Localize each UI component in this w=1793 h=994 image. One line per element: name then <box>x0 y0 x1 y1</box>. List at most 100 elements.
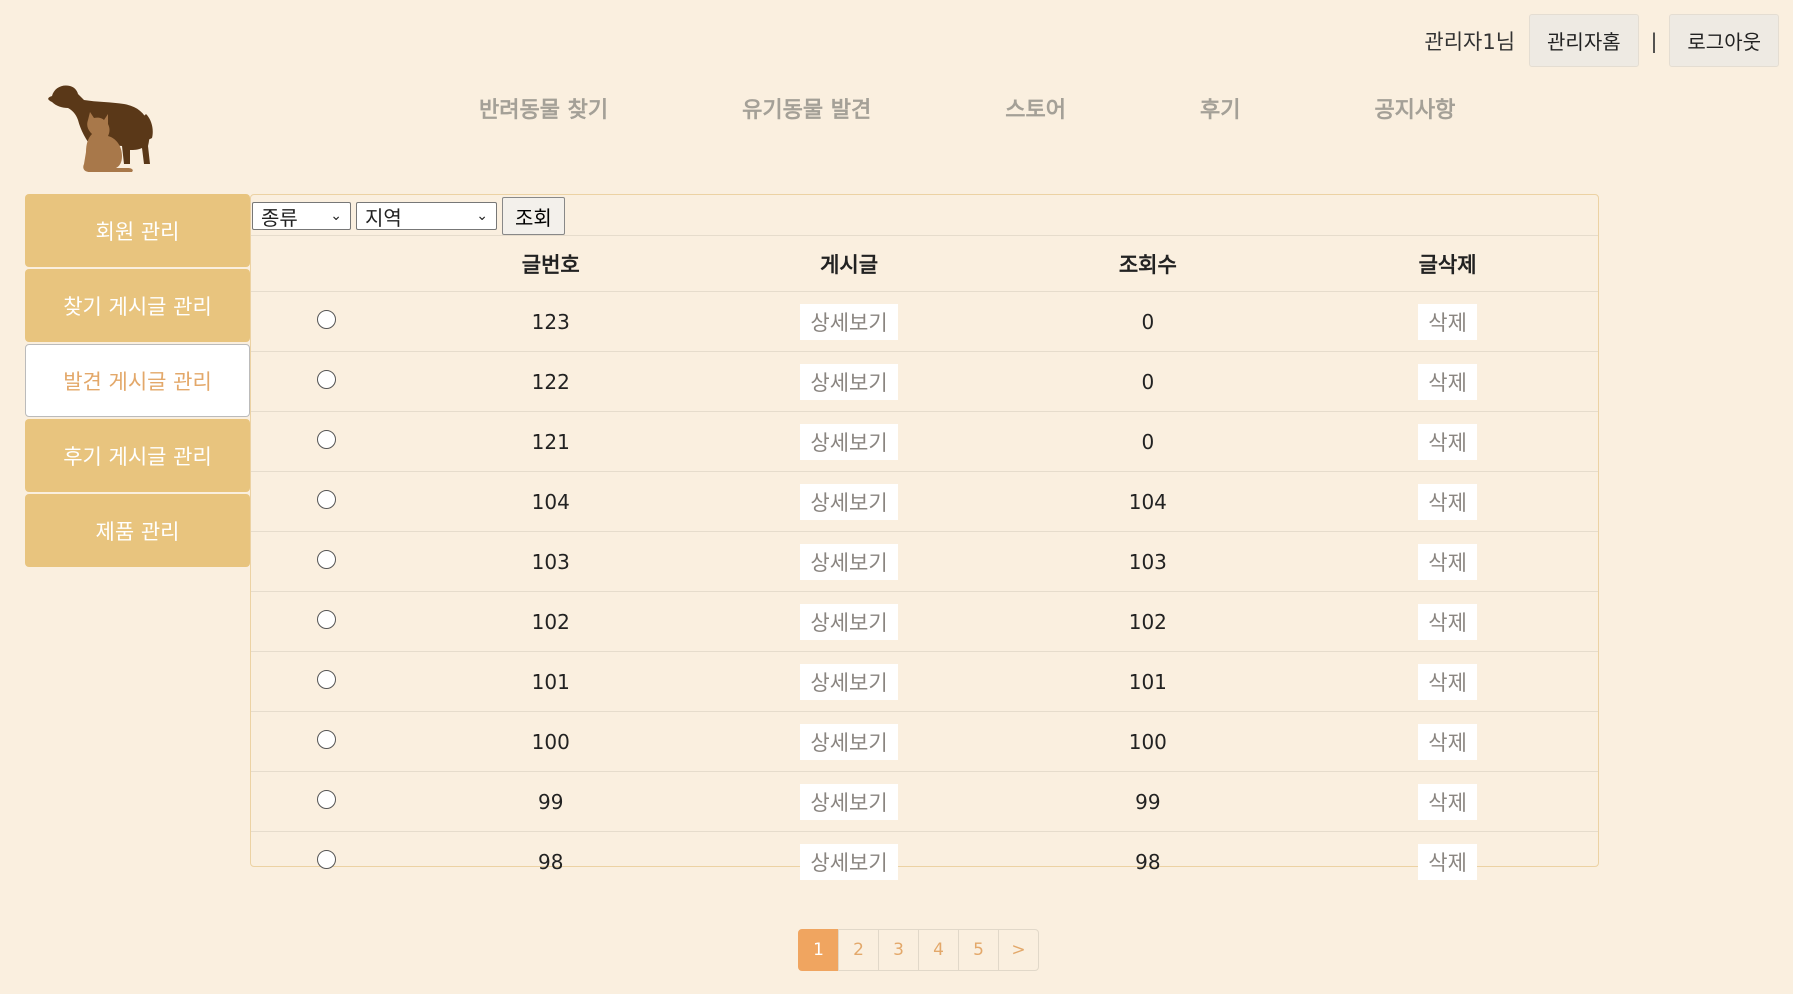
row-radio[interactable] <box>316 429 336 449</box>
filter-bar: 종류 ⌄ 지역 ⌄ 조회 <box>252 197 565 235</box>
header-post: 게시글 <box>699 235 999 292</box>
detail-cell: 상세보기 <box>699 771 999 832</box>
delete-cell: 삭제 <box>1297 832 1598 892</box>
detail-button[interactable]: 상세보기 <box>800 303 898 340</box>
row-radio[interactable] <box>316 609 336 629</box>
row-select-cell <box>251 351 402 412</box>
header-post-no: 글번호 <box>401 235 700 292</box>
row-select-cell <box>251 531 402 592</box>
delete-cell: 삭제 <box>1297 291 1598 352</box>
detail-button[interactable]: 상세보기 <box>800 483 898 520</box>
post-number: 123 <box>401 291 700 352</box>
detail-button[interactable]: 상세보기 <box>800 783 898 820</box>
table-row: 101 상세보기 101 삭제 <box>251 651 1598 712</box>
kind-select[interactable]: 종류 ⌄ <box>252 202 351 230</box>
logout-button[interactable]: 로그아웃 <box>1669 14 1779 67</box>
admin-home-button[interactable]: 관리자홈 <box>1529 14 1639 67</box>
view-count: 0 <box>998 411 1298 472</box>
row-radio[interactable] <box>316 849 336 869</box>
search-button[interactable]: 조회 <box>502 197 565 235</box>
region-select[interactable]: 지역 ⌄ <box>356 202 497 230</box>
table-row: 123 상세보기 0 삭제 <box>251 291 1598 352</box>
nav-item-store[interactable]: 스토어 <box>1005 92 1066 124</box>
delete-button[interactable]: 삭제 <box>1418 423 1477 460</box>
nav-item-notices[interactable]: 공지사항 <box>1374 92 1455 124</box>
detail-cell: 상세보기 <box>699 351 999 412</box>
delete-button[interactable]: 삭제 <box>1418 483 1477 520</box>
row-radio[interactable] <box>316 309 336 329</box>
table-row: 103 상세보기 103 삭제 <box>251 531 1598 592</box>
row-radio[interactable] <box>316 669 336 689</box>
logo[interactable] <box>44 80 156 172</box>
delete-cell: 삭제 <box>1297 711 1598 772</box>
delete-button[interactable]: 삭제 <box>1418 783 1477 820</box>
detail-button[interactable]: 상세보기 <box>800 543 898 580</box>
delete-button[interactable]: 삭제 <box>1418 723 1477 760</box>
nav-item-reviews[interactable]: 후기 <box>1200 92 1240 124</box>
row-select-cell <box>251 291 402 352</box>
row-select-cell <box>251 471 402 532</box>
delete-cell: 삭제 <box>1297 591 1598 652</box>
delete-cell: 삭제 <box>1297 771 1598 832</box>
chevron-down-icon: ⌄ <box>476 208 488 224</box>
row-radio[interactable] <box>316 369 336 389</box>
chevron-down-icon: ⌄ <box>330 208 342 224</box>
nav-item-found-animal[interactable]: 유기동물 발견 <box>742 92 871 124</box>
row-radio[interactable] <box>316 489 336 509</box>
content-panel: 종류 ⌄ 지역 ⌄ 조회 글번호 게시글 조회수 글삭제 123 상세보기 0 삭제 1… <box>250 194 1599 880</box>
page-5-button[interactable]: 5 <box>958 929 999 971</box>
table-row: 102 상세보기 102 삭제 <box>251 591 1598 652</box>
table-row: 98 상세보기 98 삭제 <box>251 832 1598 892</box>
delete-cell: 삭제 <box>1297 351 1598 412</box>
delete-button[interactable]: 삭제 <box>1418 843 1477 880</box>
next-page-button[interactable]: > <box>998 929 1039 971</box>
user-bar: 관리자1님 관리자홈 | 로그아웃 <box>1424 14 1779 67</box>
row-radio[interactable] <box>316 549 336 569</box>
page-4-button[interactable]: 4 <box>918 929 959 971</box>
detail-button[interactable]: 상세보기 <box>800 663 898 700</box>
header-delete: 글삭제 <box>1297 235 1598 292</box>
view-count: 98 <box>1135 849 1161 874</box>
table-row: 104 상세보기 104 삭제 <box>251 471 1598 532</box>
view-count: 0 <box>998 351 1298 412</box>
delete-button[interactable]: 삭제 <box>1418 603 1477 640</box>
sidebar-item-find-posts[interactable]: 찾기 게시글 관리 <box>25 269 250 342</box>
row-radio[interactable] <box>316 789 336 809</box>
detail-button[interactable]: 상세보기 <box>800 423 898 460</box>
post-number: 101 <box>401 651 700 712</box>
detail-button[interactable]: 상세보기 <box>800 603 898 640</box>
pagination: 1 2 3 4 5 > <box>798 929 1039 971</box>
header-views: 조회수 <box>998 235 1298 292</box>
row-select-cell <box>251 651 402 712</box>
view-count: 103 <box>998 531 1298 592</box>
view-count: 104 <box>998 471 1298 532</box>
post-number: 103 <box>401 531 700 592</box>
view-count: 101 <box>998 651 1298 712</box>
post-number: 104 <box>401 471 700 532</box>
nav-item-find-pet[interactable]: 반려동물 찾기 <box>479 92 608 124</box>
row-select-cell <box>251 591 402 652</box>
page-1-button[interactable]: 1 <box>798 929 839 971</box>
detail-button[interactable]: 상세보기 <box>800 363 898 400</box>
delete-button[interactable]: 삭제 <box>1418 543 1477 580</box>
table-row: 100 상세보기 100 삭제 <box>251 711 1598 772</box>
sidebar-item-found-posts[interactable]: 발견 게시글 관리 <box>25 344 250 417</box>
delete-button[interactable]: 삭제 <box>1418 663 1477 700</box>
header-select <box>251 235 402 292</box>
kind-select-value: 종류 <box>261 205 298 230</box>
sidebar-item-review-posts[interactable]: 후기 게시글 관리 <box>25 419 250 492</box>
sidebar-item-products[interactable]: 제품 관리 <box>25 494 250 567</box>
delete-button[interactable]: 삭제 <box>1418 363 1477 400</box>
row-select-cell <box>251 711 402 772</box>
table-row: 99 상세보기 99 삭제 <box>251 771 1598 832</box>
sidebar-item-members[interactable]: 회원 관리 <box>25 194 250 267</box>
user-name: 관리자1님 <box>1424 29 1516 54</box>
page-3-button[interactable]: 3 <box>878 929 919 971</box>
detail-button[interactable]: 상세보기 <box>800 723 898 760</box>
detail-button[interactable]: 상세보기 <box>800 843 898 880</box>
row-radio[interactable] <box>316 729 336 749</box>
page-2-button[interactable]: 2 <box>838 929 879 971</box>
delete-cell: 삭제 <box>1297 651 1598 712</box>
delete-button[interactable]: 삭제 <box>1418 303 1477 340</box>
region-select-value: 지역 <box>365 205 402 230</box>
